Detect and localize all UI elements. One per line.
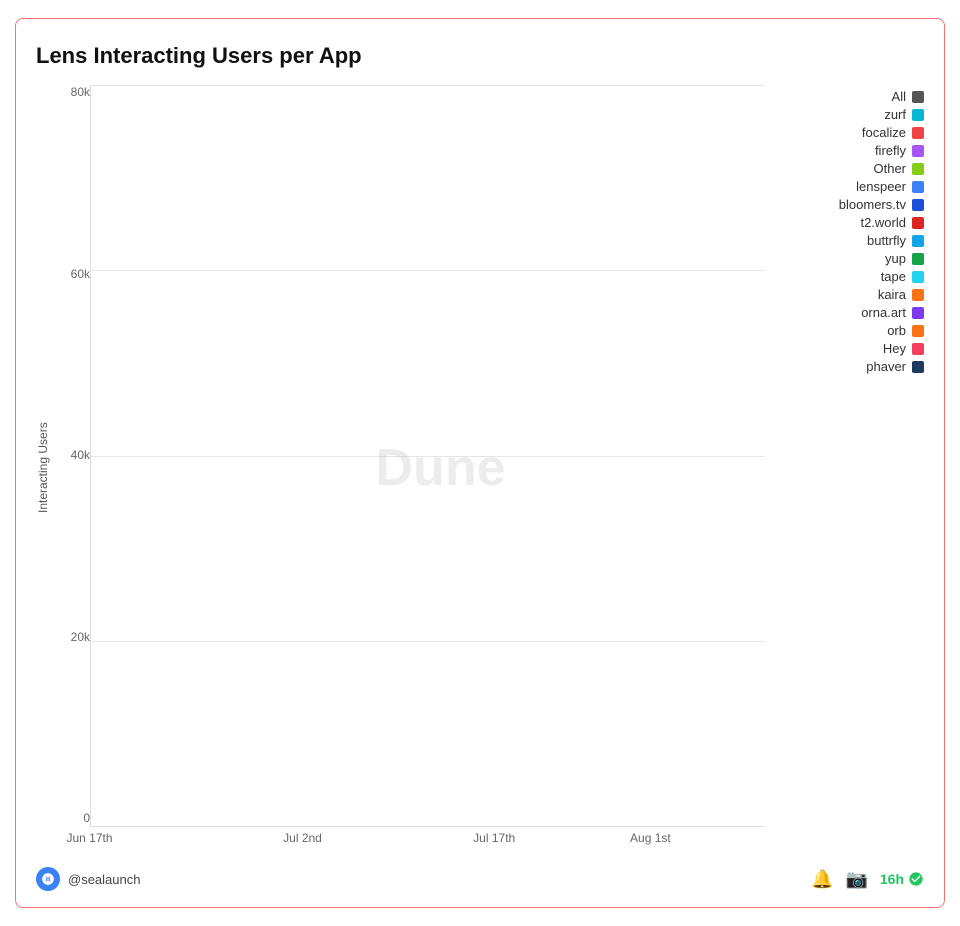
legend-color xyxy=(912,163,924,175)
legend-label: focalize xyxy=(862,125,906,140)
legend-label: orb xyxy=(887,323,906,338)
sealaunch-logo xyxy=(36,867,60,891)
legend-label: All xyxy=(892,89,906,104)
legend-label: Other xyxy=(873,161,906,176)
legend-item: Hey xyxy=(788,341,924,356)
legend-color xyxy=(912,343,924,355)
legend-label: kaira xyxy=(878,287,906,302)
bars-container xyxy=(91,85,764,826)
legend-color xyxy=(912,91,924,103)
legend-color xyxy=(912,127,924,139)
legend-item: yup xyxy=(788,251,924,266)
legend-color xyxy=(912,307,924,319)
footer: @sealaunch 🔔 📷 16h xyxy=(36,861,924,891)
legend-color xyxy=(912,325,924,337)
legend-color xyxy=(912,217,924,229)
legend-label: buttrfly xyxy=(867,233,906,248)
chart-title: Lens Interacting Users per App xyxy=(36,43,924,69)
x-tick: Jun 17th xyxy=(66,831,112,845)
legend-color xyxy=(912,145,924,157)
legend-color xyxy=(912,271,924,283)
camera-icon[interactable]: 📷 xyxy=(845,869,867,890)
legend-item: bloomers.tv xyxy=(788,197,924,212)
legend-color xyxy=(912,181,924,193)
legend-item: phaver xyxy=(788,359,924,374)
legend-color xyxy=(912,253,924,265)
y-tick-40k: 40k xyxy=(71,448,90,462)
y-axis-label: Interacting Users xyxy=(36,85,50,851)
legend-color xyxy=(912,199,924,211)
legend-label: yup xyxy=(885,251,906,266)
footer-left: @sealaunch xyxy=(36,867,140,891)
legend-item: orna.art xyxy=(788,305,924,320)
y-tick-80k: 80k xyxy=(71,85,90,99)
chart-plot: Dune xyxy=(90,85,764,827)
legend-item: orb xyxy=(788,323,924,338)
y-tick-0: 0 xyxy=(83,811,90,825)
chart-card: Lens Interacting Users per App Interacti… xyxy=(15,18,945,908)
check-circle-icon xyxy=(908,871,924,887)
legend-item: firefly xyxy=(788,143,924,158)
legend-item: Other xyxy=(788,161,924,176)
chart-and-axes: 80k 60k 40k 20k 0 Dune xyxy=(54,85,764,851)
chart-inner: 80k 60k 40k 20k 0 Dune xyxy=(54,85,764,827)
y-tick-20k: 20k xyxy=(71,630,90,644)
legend-label: Hey xyxy=(883,341,906,356)
footer-right: 🔔 📷 16h xyxy=(811,869,924,890)
legend-item: zurf xyxy=(788,107,924,122)
legend-color xyxy=(912,361,924,373)
legend-item: All xyxy=(788,89,924,104)
legend-label: phaver xyxy=(866,359,906,374)
legend-color xyxy=(912,289,924,301)
x-tick: Jul 17th xyxy=(473,831,515,845)
legend-item: tape xyxy=(788,269,924,284)
legend-label: zurf xyxy=(884,107,906,122)
legend-color xyxy=(912,109,924,121)
timer-badge: 16h xyxy=(880,871,924,887)
legend-label: lenspeer xyxy=(856,179,906,194)
legend-color xyxy=(912,235,924,247)
legend-label: t2.world xyxy=(860,215,906,230)
x-axis: Jun 17th Jul 2nd Jul 17th Aug 1st xyxy=(54,831,764,851)
legend-label: orna.art xyxy=(861,305,906,320)
legend-item: t2.world xyxy=(788,215,924,230)
username: @sealaunch xyxy=(68,872,140,887)
x-tick: Aug 1st xyxy=(630,831,671,845)
legend-item: lenspeer xyxy=(788,179,924,194)
legend-item: buttrfly xyxy=(788,233,924,248)
x-tick: Jul 2nd xyxy=(283,831,322,845)
chart-area: Interacting Users 80k 60k 40k 20k 0 xyxy=(36,85,924,851)
y-ticks: 80k 60k 40k 20k 0 xyxy=(54,85,90,827)
legend-label: bloomers.tv xyxy=(839,197,906,212)
legend: All zurf focalize firefly Other lenspeer… xyxy=(764,85,924,851)
legend-label: firefly xyxy=(875,143,906,158)
legend-item: focalize xyxy=(788,125,924,140)
y-tick-60k: 60k xyxy=(71,267,90,281)
bell-icon[interactable]: 🔔 xyxy=(811,869,833,890)
legend-item: kaira xyxy=(788,287,924,302)
legend-label: tape xyxy=(881,269,906,284)
timer-value: 16h xyxy=(880,871,904,887)
